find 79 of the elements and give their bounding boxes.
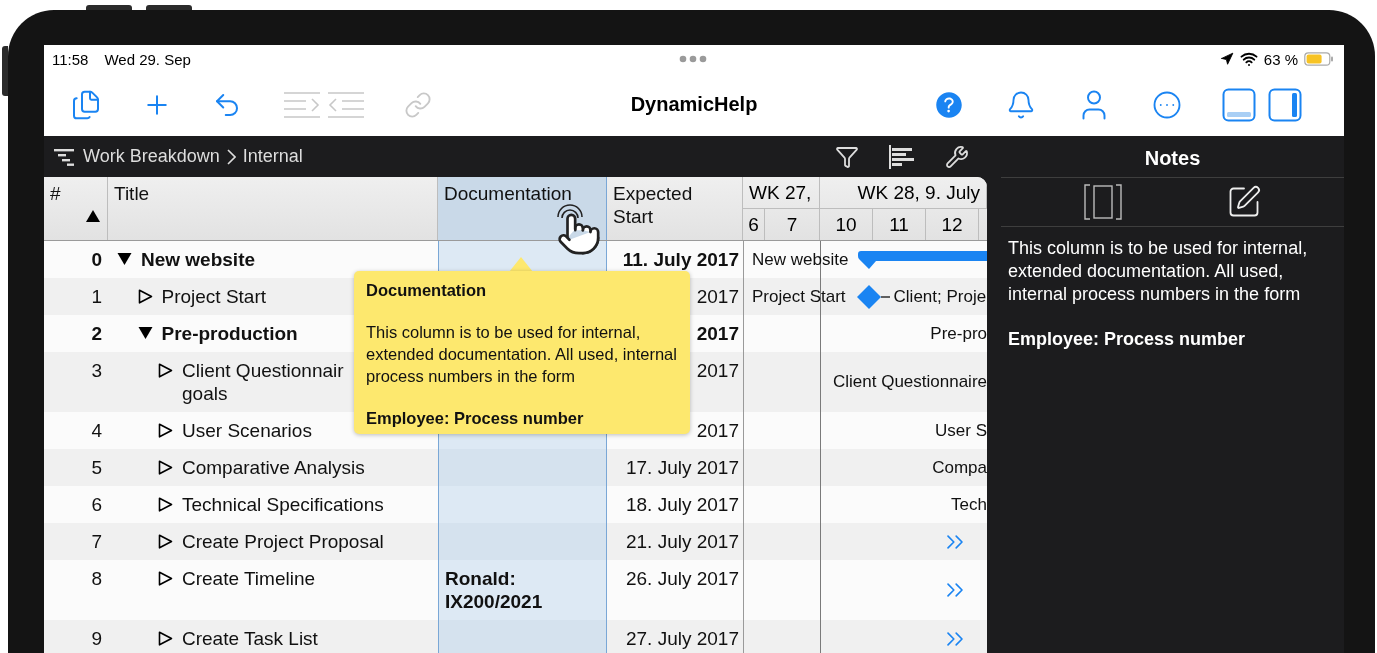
more-icon [1152, 89, 1182, 120]
collapsed-triangle-icon[interactable] [158, 571, 173, 586]
task-title: New website [141, 248, 256, 271]
document-title: DynamicHelp [630, 93, 758, 116]
multitasking-dots-icon [679, 55, 707, 63]
collapsed-triangle-icon[interactable] [158, 363, 173, 378]
day-header: 6 [743, 209, 765, 240]
timeline-label: Pre-pro [930, 323, 987, 344]
row-number: 1 [44, 278, 108, 315]
outdent-icon [326, 91, 366, 118]
expanded-triangle-icon[interactable] [137, 326, 153, 340]
sidebar-toggle[interactable] [1268, 87, 1302, 122]
status-date: Wed 29. Sep [104, 50, 191, 68]
row-number: 5 [44, 449, 108, 486]
task-title: User Scenarios [182, 419, 312, 442]
notes-text: This column is to be used for internal, extended documentation. All used, internal process numbers in the form [1008, 237, 1309, 306]
row-number: 3 [44, 352, 108, 412]
settings-icon[interactable] [945, 144, 969, 169]
location-icon [1219, 52, 1234, 66]
timeline-label: Compa [932, 457, 987, 478]
collapsed-triangle-icon[interactable] [158, 460, 173, 475]
day-header: 11 [873, 209, 926, 240]
column-header[interactable]: Title [108, 177, 438, 240]
status-time: 11:58 [52, 50, 89, 68]
task-title: Project Start [161, 285, 267, 308]
battery-icon [1304, 52, 1334, 66]
breadcrumb-item[interactable]: Work Breakdown [83, 146, 220, 167]
timeline-note: Client; Proje [893, 286, 987, 307]
battery-percentage: 63 % [1263, 50, 1298, 68]
documentation-cell: Ronald: IX200/2021 [438, 560, 607, 620]
day-header: 10 [820, 209, 873, 240]
timeline-label: Client Questionnaire [832, 372, 987, 392]
column-header[interactable]: Documentation [438, 177, 607, 240]
task-title: Technical Specifications [182, 493, 384, 516]
start-date: 17. July 2017 [607, 449, 743, 486]
notifications-button[interactable] [1006, 89, 1036, 120]
timeline-label: Tech [951, 494, 987, 515]
filter-icon[interactable] [835, 144, 859, 169]
collapsed-triangle-icon[interactable] [158, 631, 173, 646]
notes-footer: Employee: Process number [1008, 328, 1337, 351]
task-title: Client Questionnair goals [182, 359, 344, 405]
collapsed-triangle-icon[interactable] [158, 423, 173, 438]
collapsed-triangle-icon[interactable] [158, 534, 173, 549]
week-header: WK 28, 9. July [820, 177, 987, 208]
milestone-icon [855, 283, 892, 310]
start-date: 27. July 2017 [607, 620, 743, 653]
week-header: WK 27, [743, 177, 820, 208]
indent-icon [282, 91, 322, 118]
task-title: Create Timeline [182, 567, 316, 590]
notes-title: Notes [1001, 136, 1344, 178]
timeline-label: Project Start [752, 286, 846, 307]
gantt-icon[interactable] [889, 144, 915, 169]
task-title: Pre-production [161, 322, 298, 345]
row-number: 9 [44, 620, 108, 653]
column-icon[interactable] [1083, 184, 1122, 220]
breadcrumb-item[interactable]: Internal [242, 146, 303, 167]
timeline-label: User S [935, 420, 987, 441]
bottom-panel-toggle[interactable] [1222, 87, 1256, 122]
column-header[interactable]: # [44, 177, 108, 240]
bell-icon [1006, 89, 1036, 120]
wifi-icon [1239, 50, 1258, 68]
row-number: 7 [44, 523, 108, 560]
column-header[interactable]: Expected Start [607, 177, 743, 240]
documents-icon [70, 88, 102, 121]
day-header: 12 [926, 209, 979, 240]
collapsed-triangle-icon[interactable] [137, 289, 153, 304]
day-header: 7 [765, 209, 820, 240]
start-date: 21. July 2017 [607, 523, 743, 560]
collapsed-triangle-icon[interactable] [158, 497, 173, 512]
expanded-triangle-icon[interactable] [117, 252, 132, 266]
outline-icon [54, 147, 76, 166]
task-title: Comparative Analysis [182, 456, 365, 479]
tooltip-title: Documentation [366, 280, 488, 301]
more-button[interactable] [1152, 89, 1182, 120]
documents-button[interactable] [70, 88, 102, 121]
task-title: Create Project Proposal [182, 530, 384, 553]
task-title: Create Task List [182, 627, 318, 650]
link-icon [404, 90, 432, 119]
breadcrumb-chevron-icon [226, 148, 236, 165]
